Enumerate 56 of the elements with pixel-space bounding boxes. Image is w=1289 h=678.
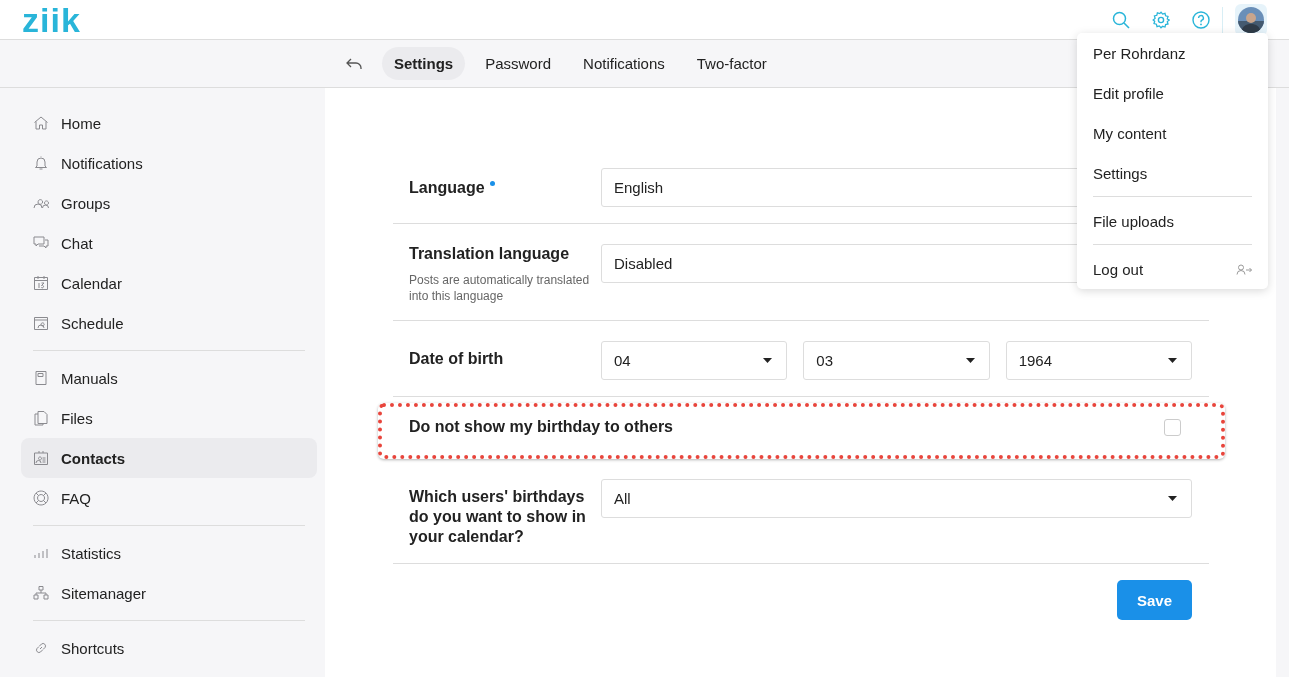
schedule-icon — [33, 315, 49, 331]
caret-icon — [1168, 496, 1177, 501]
caret-icon — [965, 358, 975, 363]
field-label: Translation language — [409, 245, 570, 262]
field-label: Language — [409, 179, 485, 196]
field-label: Do not show my birthday to others — [409, 418, 673, 435]
menu-item[interactable]: Edit profile — [1077, 73, 1268, 113]
sidebar-item[interactable]: Shortcuts — [21, 628, 317, 668]
menu-label: Edit profile — [1093, 84, 1164, 102]
caret-icon — [1168, 358, 1177, 363]
select-field[interactable]: 04 — [601, 341, 788, 380]
sidebar-item[interactable]: FAQ — [21, 478, 317, 518]
sidebar-item[interactable]: Home — [21, 103, 317, 143]
lifebuoy-icon — [33, 490, 49, 506]
sidebar-item[interactable]: Notifications — [21, 143, 317, 183]
settings-icon[interactable] — [1152, 10, 1170, 29]
sidebar-item[interactable]: Calendar — [21, 263, 317, 303]
sidebar-item[interactable]: Manuals — [21, 358, 317, 398]
sidebar-item[interactable]: Statistics — [21, 533, 317, 573]
home-icon — [33, 115, 49, 131]
checkbox[interactable] — [1164, 418, 1181, 436]
menu-label: Per Rohrdanz — [1093, 44, 1186, 62]
tab[interactable]: Notifications — [571, 47, 677, 80]
bell-icon — [33, 155, 49, 171]
menu-label: My content — [1093, 124, 1167, 142]
menu-item[interactable]: My content — [1077, 113, 1268, 153]
sidebar-item[interactable]: Files — [21, 398, 317, 438]
field-label: Date of birth — [409, 350, 504, 367]
select-field[interactable]: 1964 — [1005, 341, 1192, 380]
caret-icon — [763, 358, 773, 363]
select-field[interactable]: 03 — [803, 341, 990, 380]
menu-label: Log out — [1093, 260, 1144, 278]
sidebar-item[interactable]: Sitemanager — [21, 573, 317, 613]
calendar-icon — [33, 275, 49, 291]
tab[interactable]: Settings — [382, 47, 466, 80]
link-icon — [33, 640, 49, 656]
sidebar-item[interactable]: Contacts — [21, 438, 317, 478]
logout-icon — [1236, 263, 1252, 275]
field-label: Which users' birthdays do you want to show in your calendar? — [409, 488, 586, 545]
help-text: Posts are automatically translated into this language — [409, 272, 591, 304]
tab[interactable]: Password — [473, 47, 564, 80]
sidebar-item[interactable]: Schedule — [21, 303, 317, 343]
files-icon — [33, 410, 49, 426]
search-icon[interactable] — [1112, 10, 1130, 29]
help-icon[interactable] — [1192, 10, 1210, 29]
sidebar-item[interactable]: Groups — [21, 183, 317, 223]
sidebar-item[interactable]: Chat — [21, 223, 317, 263]
back-icon[interactable] — [346, 57, 362, 70]
select-field[interactable]: All — [601, 479, 1192, 518]
menu-label: File uploads — [1093, 212, 1174, 230]
menu-item[interactable]: Per Rohrdanz — [1077, 33, 1268, 73]
tab[interactable]: Two-factor — [684, 47, 779, 80]
tree-icon — [33, 585, 49, 601]
book-icon — [33, 370, 49, 386]
contact-icon — [33, 450, 49, 466]
chat-icon — [33, 235, 49, 251]
